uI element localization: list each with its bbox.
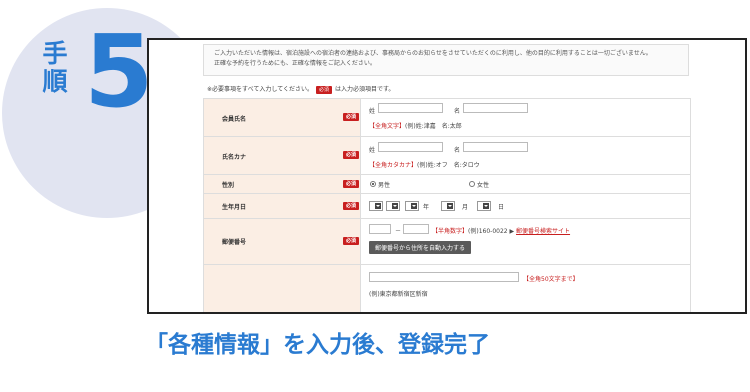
postal-search-link[interactable]: 郵便番号検索サイト (516, 228, 570, 235)
chevron-down-icon (447, 203, 453, 209)
male-radio[interactable] (370, 181, 376, 187)
hint-katakana: 【全角カタカナ】 (369, 162, 418, 169)
notice-line-1: ご入力いただいた情報は、宿泊施設への宿泊者の連絡および、事務局からのお知らせをさ… (214, 50, 652, 57)
privacy-notice: ご入力いただいた情報は、宿泊施設への宿泊者の連絡および、事務局からのお知らせをさ… (203, 44, 689, 76)
mei-label: 名 (454, 108, 461, 115)
registration-form: 会員氏名 必須 姓 名 【全角文字】(例)姓:津嘉 名:太郎 氏名カナ 必須 姓 名… (203, 98, 691, 312)
form-screenshot: ご入力いただいた情報は、宿泊施設への宿泊者の連絡および、事務局からのお知らせをさ… (147, 38, 747, 314)
row-birthday: 生年月日 必須 年 月 日 (204, 194, 690, 219)
postal-input-1[interactable] (369, 224, 391, 234)
sei-input[interactable] (378, 103, 443, 113)
mei-input[interactable] (463, 103, 528, 113)
postal-label: 郵便番号 (222, 239, 247, 246)
hint-halfwidth: 【半角数字】 (432, 228, 469, 235)
row-postal: 郵便番号 必須 － 【半角数字】(例)160-0022 ▶ 郵便番号検索サイト 郵… (204, 219, 690, 265)
male-label: 男性 (378, 182, 391, 189)
step-number: 5 (84, 13, 154, 130)
month-label: 月 (462, 204, 469, 211)
mei-kana-label: 名 (454, 147, 461, 154)
chevron-down-icon (392, 203, 398, 209)
member-name-label: 会員氏名 (222, 116, 247, 123)
required-tag: 必須 (343, 202, 360, 210)
hint-example: (例)姓:オフ 名:タロウ (417, 162, 480, 169)
day-select[interactable] (477, 201, 491, 211)
hint-50chars: 【全角50文字まで】 (523, 276, 579, 283)
row-kana: 氏名カナ 必須 姓 名 【全角カタカナ】(例)姓:オフ 名:タロウ (204, 137, 690, 175)
chevron-down-icon (375, 203, 381, 209)
sei-kana-input[interactable] (378, 142, 443, 152)
postal-dash: － (395, 228, 402, 235)
hint-example: (例)160-0022 (468, 228, 508, 235)
year-select-3[interactable] (405, 201, 419, 211)
hint-fullwidth: 【全角文字】 (369, 123, 406, 130)
postal-input-2[interactable] (403, 224, 429, 234)
row-gender: 性別 必須 男性 女性 (204, 175, 690, 194)
required-note-suffix: は入力必須項目です。 (335, 86, 395, 93)
required-tag: 必須 (343, 113, 360, 121)
year-select-2[interactable] (386, 201, 400, 211)
required-note: ※必要事項をすべて入力してください。 必須 は入力必須項目です。 (207, 84, 394, 94)
female-label: 女性 (477, 182, 490, 189)
address-example: (例)東京都新宿区新宿 (369, 291, 428, 298)
sei-kana-label: 姓 (369, 147, 376, 154)
female-radio[interactable] (469, 181, 475, 187)
birthday-label: 生年月日 (222, 204, 247, 211)
step-label: 手順 (42, 39, 68, 96)
required-tag: 必須 (343, 180, 360, 188)
required-tag: 必須 (343, 237, 360, 245)
year-select-1[interactable] (369, 201, 383, 211)
auto-address-button[interactable]: 郵便番号から住所を自動入力する (369, 241, 472, 254)
day-label: 日 (498, 204, 505, 211)
row-member-name: 会員氏名 必須 姓 名 【全角文字】(例)姓:津嘉 名:太郎 (204, 99, 690, 137)
required-tag: 必須 (316, 86, 333, 94)
chevron-down-icon (483, 203, 489, 209)
required-tag: 必須 (343, 151, 360, 159)
chevron-down-icon (411, 203, 417, 209)
kana-label: 氏名カナ (222, 154, 247, 161)
year-label: 年 (423, 204, 430, 211)
row-address: 【全角50文字まで】 (例)東京都新宿区新宿 (204, 265, 690, 312)
month-select[interactable] (441, 201, 455, 211)
mei-kana-input[interactable] (463, 142, 528, 152)
step-caption: 「各種情報」を入力後、登録完了 (145, 332, 490, 358)
sei-label: 姓 (369, 108, 376, 115)
address-input[interactable] (369, 272, 519, 282)
gender-label: 性別 (222, 182, 235, 189)
required-note-prefix: ※必要事項をすべて入力してください。 (207, 86, 314, 93)
notice-line-2: 正確な予約を行うためにも、正確な情報をご記入ください。 (214, 60, 376, 67)
hint-example: (例)姓:津嘉 名:太郎 (405, 123, 462, 130)
